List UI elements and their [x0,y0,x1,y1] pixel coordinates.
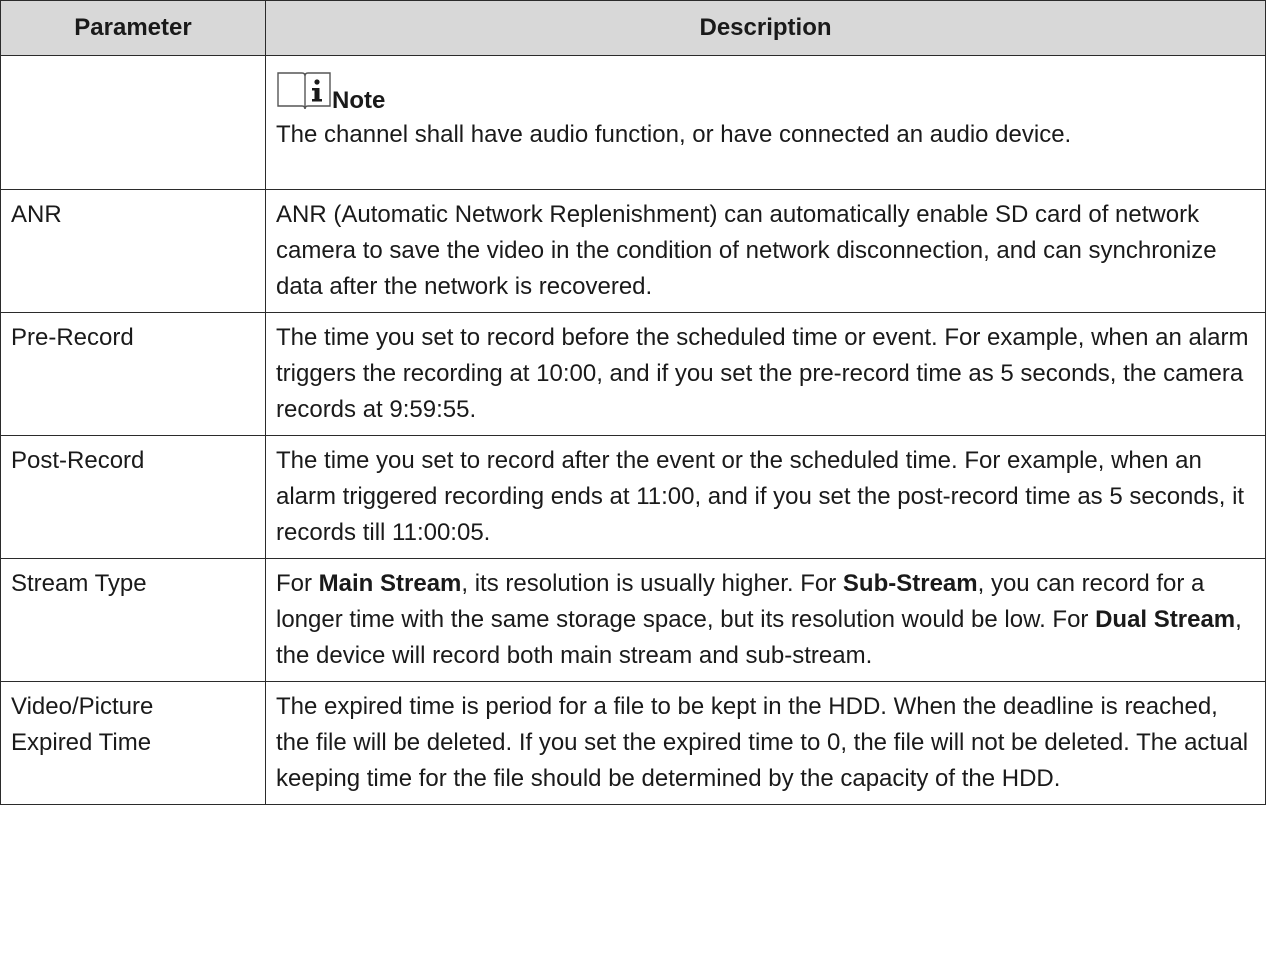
note-title: Note [332,87,386,114]
row-parameter-anr: ANR [0,189,266,313]
header-description: Description [265,0,1266,56]
note-parameter-cell [0,55,266,190]
stream-desc-main-stream: Main Stream [318,570,462,597]
stream-desc-part-0: For [276,570,319,597]
note-heading: Note [276,69,1257,114]
stream-desc-sub-stream: Sub-Stream [842,570,978,597]
table-header-row: Parameter Description [0,0,1266,56]
table-row: Post-Record The time you set to record a… [0,435,1266,559]
table-row: ANR ANR (Automatic Network Replenishment… [0,189,1266,313]
table-row: Video/Picture Expired Time The expired ti… [0,681,1266,805]
row-description-anr: ANR (Automatic Network Replenishment) ca… [265,189,1266,313]
row-description-post-record: The time you set to record after the eve… [265,435,1266,559]
table-row-note: Note The channel shall have audio functi… [0,55,1266,190]
row-parameter-post-record: Post-Record [0,435,266,559]
row-description-stream-type: For Main Stream, its resolution is usual… [265,558,1266,682]
stream-desc-part-2: , its resolution is usually higher. For [461,570,843,597]
table-row: Stream Type For Main Stream, its resolut… [0,558,1266,682]
row-description-pre-record: The time you set to record before the sc… [265,312,1266,436]
note-text: The channel shall have audio function, o… [276,121,1072,148]
info-book-icon [276,69,332,113]
stream-desc-dual-stream: Dual Stream [1095,606,1236,633]
row-parameter-expired-time: Video/Picture Expired Time [0,681,266,805]
expired-time-line-2: Expired Time [11,729,152,756]
row-parameter-pre-record: Pre-Record [0,312,266,436]
note-description-cell: Note The channel shall have audio functi… [265,55,1266,190]
row-parameter-stream-type: Stream Type [0,558,266,682]
header-parameter: Parameter [0,0,266,56]
parameter-table: Parameter Description Note The channel s… [0,0,1266,805]
expired-time-line-1: Video/Picture [11,693,154,720]
row-description-expired-time: The expired time is period for a file to… [265,681,1266,805]
table-row: Pre-Record The time you set to record be… [0,312,1266,436]
